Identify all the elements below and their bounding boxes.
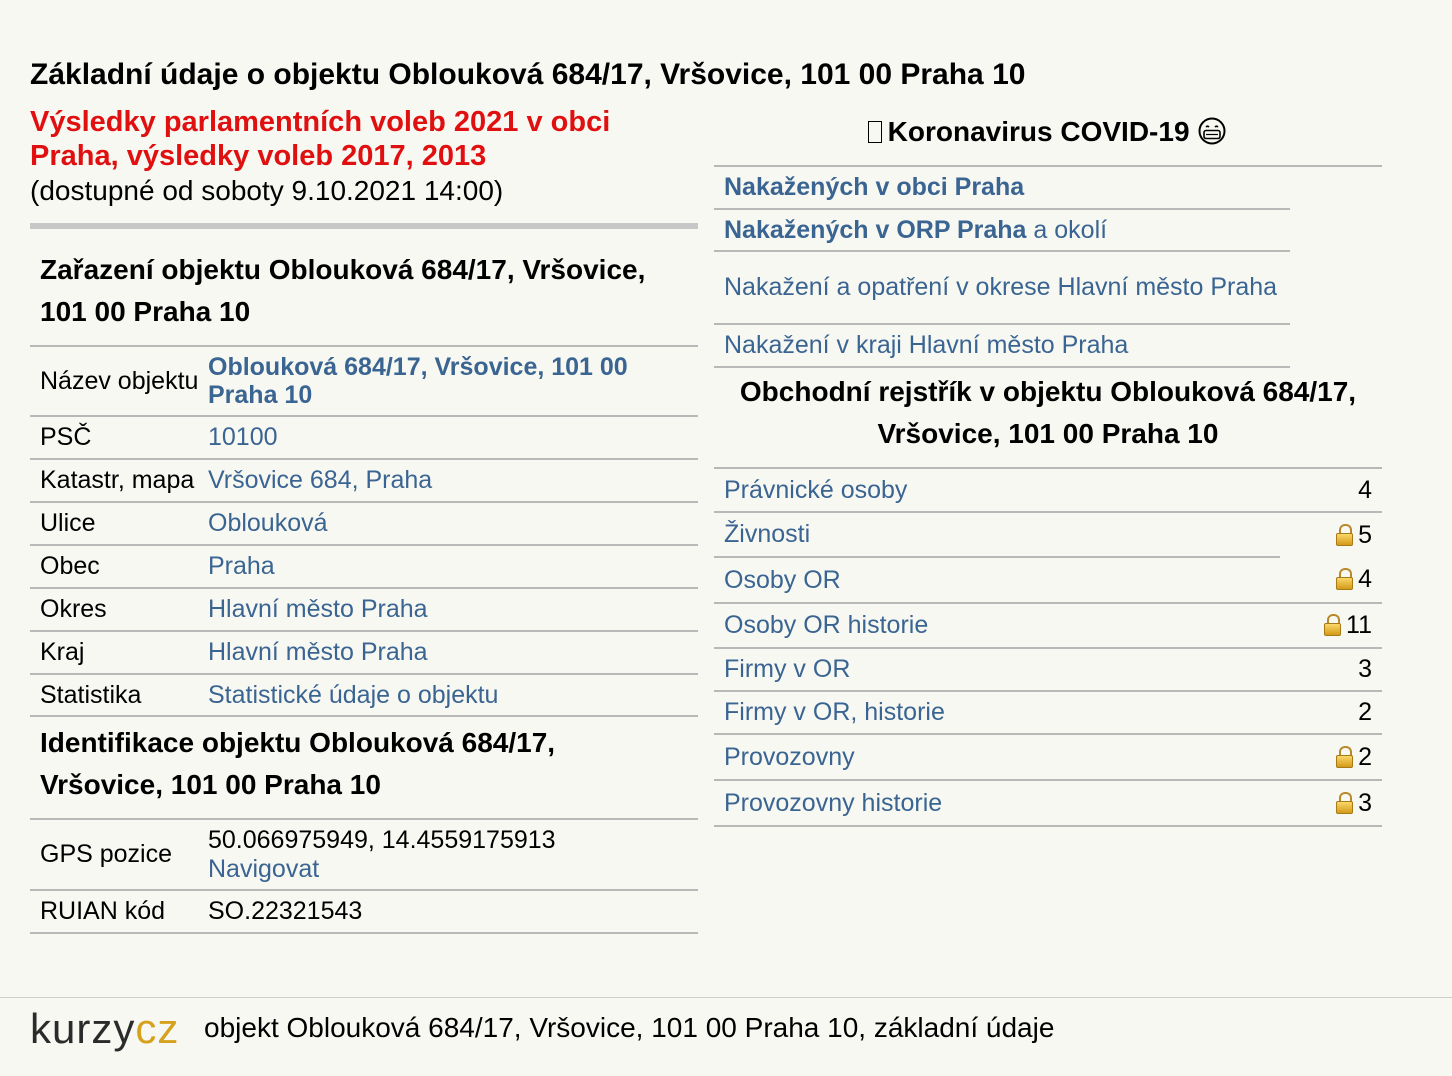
row-label: PSČ [30,416,208,460]
row-label: Obec [30,545,208,589]
register-or-persons-link[interactable]: Osoby OR [724,566,841,594]
row-label: Statistika [30,674,208,717]
kurzy-logo[interactable]: kurzycz [30,1002,179,1056]
covid-links-table: Nakažených v obci Praha Nakažených v ORP… [714,167,1290,368]
covid-region-link[interactable]: Nakažení v kraji Hlavní město Praha [724,331,1128,359]
gps-label: GPS pozice [30,819,208,891]
register-count: 2 [1280,691,1382,735]
municipality-link[interactable]: Praha [208,552,275,580]
classification-heading: Zařazení objektu Oblouková 684/17, Vršov… [40,254,646,327]
identification-table: GPS pozice 50.066975949, 14.4559175913 N… [30,818,698,934]
covid-orp-rest[interactable]: a okolí [1026,216,1107,244]
table-row: Firmy v OR, historie 2 [714,691,1382,735]
row-label: Kraj [30,631,208,675]
register-heading: Obchodní rejstřík v objektu Oblouková 68… [739,376,1357,449]
register-premises-link[interactable]: Provozovny [724,743,855,771]
logo-text: kurzy [30,1005,136,1052]
register-count: 11 [1346,611,1372,639]
gps-value: 50.066975949, 14.4559175913 [208,825,556,854]
region-link[interactable]: Hlavní město Praha [208,638,428,666]
register-count: 2 [1358,742,1372,771]
availability-note: (dostupné od soboty 9.10.2021 14:00) [30,175,504,206]
list-item: Nakažených v obci Praha [714,167,1290,210]
register-count: 4 [1280,468,1382,513]
table-row: PSČ 10100 [30,416,698,460]
register-count: 3 [1280,647,1382,692]
covid-district-link[interactable]: Nakažení a opatření v okrese Hlavní měst… [724,273,1277,301]
statistics-link[interactable]: Statistické údaje o objektu [208,681,498,709]
covid-orp-link[interactable]: Nakažených v ORP Praha [724,216,1026,244]
table-row: RUIAN kód SO.22321543 [30,890,698,934]
table-row: Kraj Hlavní město Praha [30,631,698,675]
identification-heading: Identifikace objektu Oblouková 684/17, V… [40,727,556,800]
footer-divider [0,997,1452,998]
mask-face-icon [1198,117,1226,145]
row-label: Ulice [30,502,208,546]
register-table: Právnické osoby 4 Živnosti 5 Osoby OR 4 … [714,467,1382,827]
table-row: Název objektu Oblouková 684/17, Vršovice… [30,346,698,417]
lock-icon [1336,791,1354,814]
ruian-value: SO.22321543 [208,890,698,934]
ruian-label: RUIAN kód [30,890,208,934]
cadastre-link[interactable]: Vršovice 684, Praha [208,466,432,494]
logo-text-accent: cz [135,1005,180,1052]
table-row: Firmy v OR 3 [714,647,1382,692]
object-name-link[interactable]: Oblouková 684/17, Vršovice, 101 00 Praha… [208,353,628,409]
footer-caption: objekt Oblouková 684/17, Vršovice, 101 0… [204,1012,1055,1043]
list-item: Nakažení v kraji Hlavní město Praha [714,324,1290,368]
register-count: 5 [1358,520,1372,549]
street-link[interactable]: Oblouková [208,509,328,537]
lock-icon [1336,745,1354,768]
navigate-link[interactable]: Navigovat [208,855,698,884]
table-row: Katastr, mapa Vršovice 684, Praha [30,459,698,503]
lock-icon [1336,523,1354,546]
postcode-link[interactable]: 10100 [208,423,278,451]
table-row: Osoby OR historie 11 [714,603,1382,649]
register-trades-link[interactable]: Živnosti [724,520,810,548]
row-label: Název objektu [30,346,208,417]
virus-icon [867,121,882,143]
table-row: Okres Hlavní město Praha [30,588,698,632]
row-label: Okres [30,588,208,632]
table-row: Obec Praha [30,545,698,589]
table-row: Ulice Oblouková [30,502,698,546]
table-row: Statistika Statistické údaje o objektu [30,674,698,717]
register-count: 3 [1358,788,1372,817]
lock-icon [1324,614,1342,636]
list-item: Nakažených v ORP Praha a okolí [714,209,1290,252]
register-or-persons-history-link[interactable]: Osoby OR historie [724,611,928,639]
list-item: Nakažení a opatření v okrese Hlavní měst… [714,251,1290,325]
lock-icon [1336,568,1354,590]
table-row: GPS pozice 50.066975949, 14.4559175913 N… [30,819,698,891]
register-legal-entities-link[interactable]: Právnické osoby [724,476,907,504]
covid-municipality-link[interactable]: Nakažených v obci Praha [724,173,1024,201]
register-companies-history-link[interactable]: Firmy v OR, historie [724,698,945,726]
section-divider [30,223,698,229]
register-count: 4 [1358,565,1372,593]
table-row: Osoby OR 4 [714,557,1382,604]
table-row: Provozovny 2 [714,734,1382,781]
table-row: Živnosti 5 [714,512,1382,558]
covid-heading-text: Koronavirus COVID-19 [887,116,1190,147]
election-results-link[interactable]: Výsledky parlamentních voleb 2021 v obci… [30,105,670,173]
table-row: Provozovny historie 3 [714,779,1382,827]
row-label: Katastr, mapa [30,459,208,503]
table-row: Právnické osoby 4 [714,468,1382,513]
register-premises-history-link[interactable]: Provozovny historie [724,789,942,817]
page-title: Základní údaje o objektu Oblouková 684/1… [30,58,1026,91]
covid-heading: Koronavirus COVID-19 [714,116,1381,148]
classification-table: Název objektu Oblouková 684/17, Vršovice… [30,345,698,717]
district-link[interactable]: Hlavní město Praha [208,595,428,623]
register-companies-link[interactable]: Firmy v OR [724,655,850,683]
